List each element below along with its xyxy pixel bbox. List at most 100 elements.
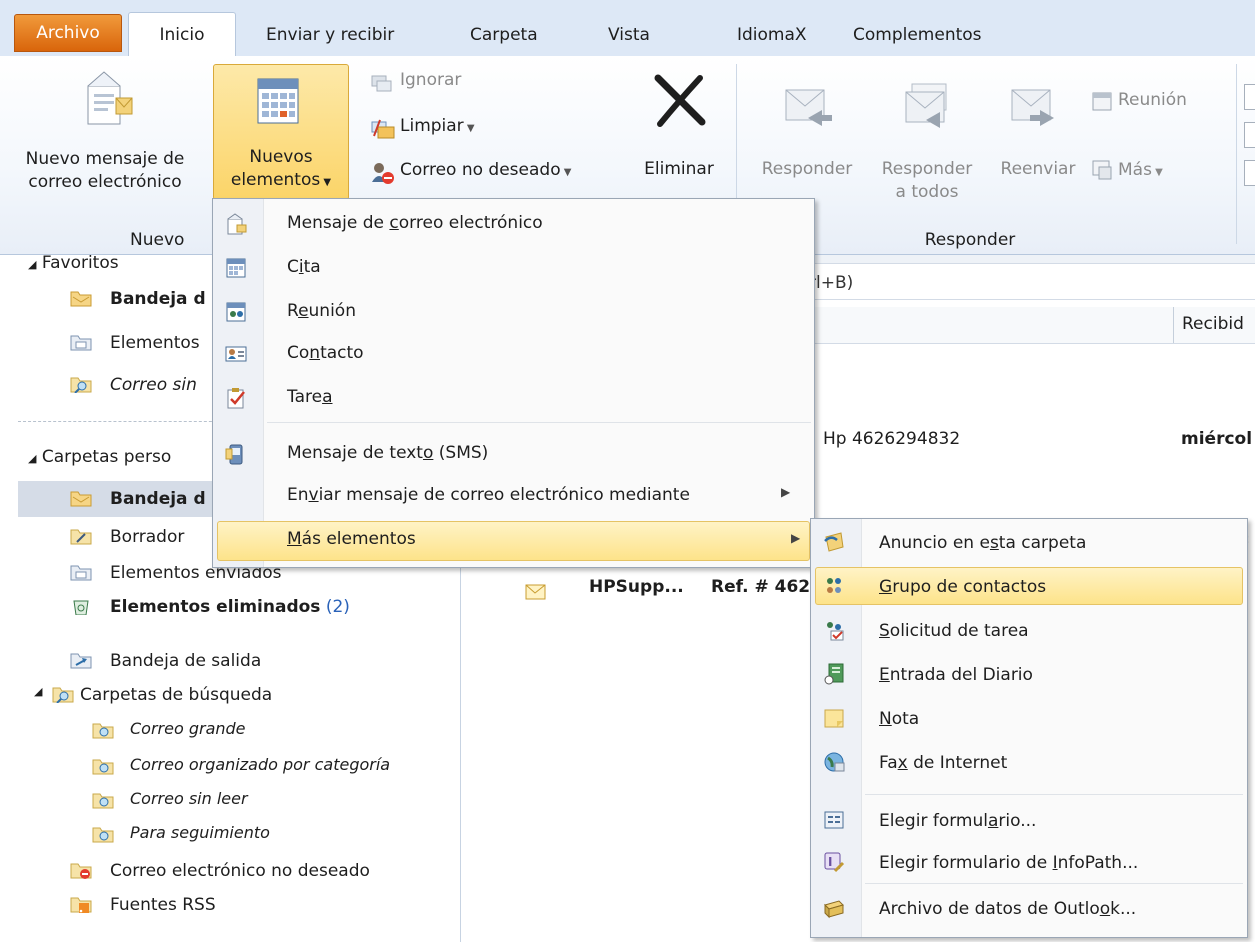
- folder-unread-mail[interactable]: Correo sin leer: [130, 789, 248, 808]
- sent-folder-icon: [70, 565, 92, 581]
- journal-entry-icon: [824, 663, 844, 685]
- tab-idiomax[interactable]: IdiomaX: [737, 16, 807, 56]
- message-date: miércol: [1181, 429, 1253, 449]
- junk-mail-button[interactable]: Correo no deseado ▼: [370, 158, 630, 188]
- submenu-item-contact-group[interactable]: Grupo de contactos: [879, 577, 1046, 597]
- menu-item-sms[interactable]: Mensaje de texto (SMS): [287, 443, 488, 463]
- message-sender[interactable]: HPSupp...: [589, 577, 684, 597]
- new-email-label-1: Nuevo mensaje de: [25, 149, 185, 169]
- search-folder-icon: [70, 377, 92, 393]
- email-message-icon: [227, 213, 247, 235]
- menu-item-more-items[interactable]: Más elementos: [287, 529, 416, 549]
- delete-icon: [654, 74, 706, 127]
- clean-up-icon: [371, 119, 395, 139]
- menu-item-meeting[interactable]: Reunión: [287, 301, 356, 321]
- search-hint: rl+B): [809, 273, 854, 293]
- ribbon-separator: [1236, 64, 1237, 244]
- ribbon-tab-bar: Archivo Inicio Enviar y recibir Carpeta …: [0, 0, 1255, 57]
- tab-archivo[interactable]: Archivo: [14, 14, 122, 52]
- new-email-icon: [87, 71, 133, 125]
- note-icon: [824, 709, 844, 728]
- tab-carpeta[interactable]: Carpeta: [470, 16, 538, 56]
- quick-step-box[interactable]: [1244, 84, 1255, 110]
- menu-item-send-via[interactable]: Enviar mensaje de correo electrónico med…: [287, 485, 690, 505]
- new-email-label-2: correo electrónico: [28, 172, 182, 192]
- quick-step-box[interactable]: [1244, 160, 1255, 186]
- more-reply-button[interactable]: Más ▼: [1090, 158, 1210, 186]
- folder-categorized-mail[interactable]: Correo organizado por categoría: [130, 755, 390, 774]
- folder-junk[interactable]: Correo electrónico no deseado: [110, 861, 370, 881]
- submenu-item-post[interactable]: Anuncio en esta carpeta: [879, 533, 1086, 553]
- delete-label: Eliminar: [644, 159, 714, 179]
- menu-separator: [865, 794, 1243, 795]
- column-received[interactable]: Recibid: [1182, 314, 1244, 334]
- submenu-item-task-request[interactable]: Solicitud de tarea: [879, 621, 1029, 641]
- new-items-menu: Mensaje de correo electrónico Cita Reuni…: [212, 198, 815, 568]
- submenu-arrow-icon: ▶: [791, 531, 801, 545]
- new-email-button[interactable]: Nuevo mensaje de correo electrónico: [10, 68, 210, 192]
- favorites-header[interactable]: ◢ Favoritos: [28, 253, 119, 273]
- favorite-sent[interactable]: Elementos: [110, 333, 200, 353]
- submenu-item-internet-fax[interactable]: Fax de Internet: [879, 753, 1007, 773]
- sms-icon: [225, 444, 243, 465]
- reply-all-icon: [905, 83, 947, 128]
- tab-inicio[interactable]: Inicio: [128, 12, 236, 57]
- folder-rss[interactable]: Fuentes RSS: [110, 895, 216, 915]
- reply-all-label-1: Responder: [881, 159, 973, 179]
- task-request-icon: [827, 622, 844, 641]
- post-icon: [824, 532, 844, 552]
- menu-separator: [865, 883, 1243, 884]
- junk-mail-label: Correo no deseado ▼: [400, 160, 572, 180]
- ignore-button[interactable]: Ignorar: [370, 70, 610, 98]
- folder-deleted[interactable]: Elementos eliminados (2): [110, 597, 350, 617]
- submenu-item-journal[interactable]: Entrada del Diario: [879, 665, 1033, 685]
- junk-mail-icon: [372, 163, 394, 184]
- favorite-unread[interactable]: Correo sin: [110, 375, 197, 395]
- quick-step-box[interactable]: [1244, 122, 1255, 148]
- submenu-item-note[interactable]: Nota: [879, 709, 919, 729]
- tab-complementos[interactable]: Complementos: [853, 16, 982, 56]
- tab-enviar-recibir[interactable]: Enviar y recibir: [266, 16, 394, 56]
- folder-inbox[interactable]: Bandeja d: [110, 489, 206, 509]
- expand-arrow-icon[interactable]: ◢: [34, 685, 42, 698]
- envelope-icon: [525, 584, 546, 600]
- folder-large-mail[interactable]: Correo grande: [130, 719, 246, 738]
- forward-button[interactable]: Reenviar: [986, 76, 1090, 196]
- drafts-folder-icon: [70, 529, 92, 545]
- tab-vista[interactable]: Vista: [608, 16, 650, 56]
- personal-folders-header[interactable]: ◢ Carpetas perso: [28, 447, 171, 467]
- reply-all-button[interactable]: Responder a todos: [868, 76, 986, 202]
- folder-outbox[interactable]: Bandeja de salida: [110, 651, 261, 671]
- message-subject[interactable]: Ref. # 462: [711, 577, 810, 597]
- internet-fax-icon: [824, 752, 845, 772]
- clean-up-button[interactable]: Limpiar ▼: [370, 114, 610, 142]
- reply-button[interactable]: Responder: [748, 76, 866, 196]
- menu-item-appointment[interactable]: Cita: [287, 257, 321, 277]
- favorite-inbox[interactable]: Bandeja d: [110, 289, 206, 309]
- submenu-item-choose-form[interactable]: Elegir formulario...: [879, 811, 1036, 831]
- folder-follow-up[interactable]: Para seguimiento: [130, 823, 270, 842]
- more-items-submenu: Anuncio en esta carpeta Grupo de contact…: [810, 518, 1248, 938]
- meeting-reply-button[interactable]: Reunión: [1090, 90, 1230, 118]
- folder-search-folders[interactable]: Carpetas de búsqueda: [80, 685, 272, 705]
- infopath-icon: I: [824, 852, 845, 873]
- forward-label: Reenviar: [1000, 159, 1076, 179]
- outbox-folder-icon: [70, 653, 92, 669]
- reply-label: Responder: [761, 159, 853, 179]
- menu-item-task[interactable]: Tarea: [287, 387, 332, 407]
- ignore-icon: [371, 75, 392, 92]
- folder-drafts[interactable]: Borrador: [110, 527, 184, 547]
- new-items-button[interactable]: Nuevos elementos ▼: [213, 64, 349, 200]
- appointment-icon: [226, 258, 246, 278]
- message-sender[interactable]: Hp 4626294832: [823, 429, 960, 449]
- menu-item-contact[interactable]: Contacto: [287, 343, 364, 363]
- meeting-icon: [226, 302, 246, 322]
- menu-icon-gutter: [213, 199, 264, 567]
- submenu-item-data-file[interactable]: Archivo de datos de Outlook...: [879, 899, 1136, 919]
- delete-button[interactable]: Eliminar: [632, 68, 726, 198]
- menu-item-email[interactable]: Mensaje de correo electrónico: [287, 213, 543, 233]
- submenu-item-infopath[interactable]: Elegir formulario de InfoPath...: [879, 853, 1138, 873]
- search-folder-icon: [92, 723, 114, 739]
- group-label-responder: Responder: [924, 230, 1016, 250]
- more-icon: [1092, 160, 1112, 180]
